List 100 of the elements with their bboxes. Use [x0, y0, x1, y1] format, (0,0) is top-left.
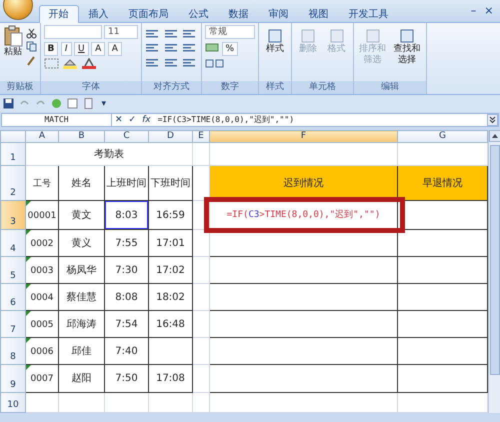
group-label: 字体	[40, 81, 141, 94]
group-label: 样式	[259, 81, 291, 94]
column-heading: 早退情况	[422, 178, 462, 188]
align-icon[interactable]	[145, 28, 161, 40]
currency-icon[interactable]	[205, 42, 219, 52]
font-color-icon[interactable]	[80, 58, 96, 69]
table-cell: 00001	[28, 210, 56, 220]
table-cell: 0007	[30, 374, 54, 384]
styles-button[interactable]: 样式	[262, 44, 288, 54]
brush-icon[interactable]	[26, 54, 36, 66]
paste-icon	[3, 25, 23, 47]
scroll-up-icon[interactable]	[489, 130, 500, 142]
font-size-field[interactable]: 11	[104, 25, 138, 39]
table-cell: 7:55	[115, 238, 138, 248]
table-cell: 17:02	[156, 264, 185, 276]
row-header[interactable]: 10	[0, 392, 26, 412]
row-header[interactable]: 8	[0, 338, 26, 364]
table-cell: 邱佳	[72, 346, 92, 356]
border-icon[interactable]	[44, 58, 60, 69]
align-icon[interactable]	[145, 42, 161, 54]
editing-icon[interactable]	[399, 28, 415, 44]
ribbon-tab[interactable]: 插入	[78, 5, 118, 23]
minimize-button[interactable]: –	[466, 2, 480, 19]
ribbon-tab[interactable]: 视图	[298, 5, 338, 23]
column-header[interactable]: E	[192, 130, 210, 142]
table-title: 考勤表	[94, 148, 124, 160]
paste-button[interactable]: 粘贴	[4, 47, 22, 58]
row-header[interactable]: 6	[0, 284, 26, 310]
align-icon[interactable]	[182, 56, 198, 68]
ribbon-tab[interactable]: 开发工具	[338, 5, 398, 23]
ribbon-tab[interactable]: 数据	[218, 5, 258, 23]
copy-icon[interactable]	[26, 41, 36, 52]
column-header[interactable]: F	[210, 130, 398, 142]
row-header[interactable]: 9	[0, 364, 26, 392]
row-header[interactable]: 3	[0, 200, 26, 230]
cells-icon	[328, 28, 344, 44]
table-cell: 0003	[30, 266, 54, 276]
grow-font-button[interactable]: A	[91, 42, 106, 56]
shrink-font-button[interactable]: A	[108, 42, 122, 56]
column-header[interactable]: G	[398, 130, 488, 142]
document-icon[interactable]	[66, 98, 78, 109]
table-cell: 黄义	[72, 238, 92, 248]
group-label: 剪贴板	[0, 81, 40, 94]
table-cell: 蔡佳慧	[66, 292, 96, 302]
align-icon[interactable]	[164, 42, 180, 54]
customize-menu-button[interactable]: ▾	[98, 98, 110, 110]
align-icon[interactable]	[145, 56, 161, 68]
number-format-field[interactable]: 常规	[205, 25, 255, 39]
table-cell: 0006	[30, 346, 54, 356]
table-cell: 黄文	[72, 210, 92, 220]
column-header[interactable]: A	[26, 130, 58, 142]
table-cell: 8:03	[115, 210, 138, 220]
bold-button[interactable]: B	[44, 42, 58, 56]
close-button[interactable]: ×	[480, 2, 498, 19]
row-header[interactable]: 4	[0, 230, 26, 256]
save-icon[interactable]	[2, 98, 14, 109]
table-cell: 17:01	[156, 238, 185, 248]
group-label: 编辑	[354, 81, 426, 94]
underline-button[interactable]: U	[74, 42, 89, 56]
table-cell: 7:54	[115, 318, 138, 330]
table-cell: 赵阳	[72, 373, 92, 384]
row-header[interactable]: 7	[0, 310, 26, 338]
table-cell: 杨凤华	[66, 264, 96, 276]
column-header[interactable]: B	[58, 130, 104, 142]
align-icon[interactable]	[164, 28, 180, 40]
ribbon-tab[interactable]: 公式	[178, 5, 218, 23]
italic-button[interactable]: I	[60, 42, 72, 56]
vertical-scrollbar[interactable]	[488, 130, 500, 413]
table-cell: 17:08	[156, 373, 185, 384]
decimal-icon[interactable]	[205, 58, 225, 69]
align-icon[interactable]	[182, 42, 198, 54]
ribbon-tab[interactable]: 页面布局	[118, 5, 178, 23]
align-icon[interactable]	[164, 56, 180, 68]
fill-color-icon[interactable]	[62, 58, 78, 69]
row-header[interactable]: 2	[0, 166, 26, 200]
page-icon[interactable]	[82, 98, 94, 109]
group-label: 单元格	[292, 81, 352, 94]
editing-button[interactable]: 查找和选择	[391, 44, 423, 66]
table-cell: 8:08	[115, 292, 138, 302]
table-cell: 7:40	[115, 346, 138, 356]
scissors-icon[interactable]	[26, 28, 36, 38]
table-cell: 18:02	[156, 292, 185, 302]
table-cell: 邱海涛	[66, 318, 96, 330]
ribbon-tab[interactable]: 审阅	[258, 5, 298, 23]
column-header[interactable]: D	[148, 130, 192, 142]
column-header[interactable]: C	[104, 130, 148, 142]
percent-button[interactable]: %	[222, 42, 238, 56]
styles-icon[interactable]	[267, 28, 283, 44]
ribbon-tab[interactable]: 开始	[38, 5, 78, 23]
scroll-thumb[interactable]	[490, 144, 500, 374]
row-header[interactable]: 1	[0, 142, 26, 166]
column-heading: 下班时间	[150, 178, 190, 188]
table-cell: 7:50	[115, 373, 138, 384]
table-cell: 0005	[30, 320, 54, 330]
table-cell: 7:30	[115, 264, 138, 276]
editing-icon	[364, 28, 380, 44]
align-icon[interactable]	[182, 28, 198, 40]
row-header[interactable]: 5	[0, 256, 26, 284]
formula-text: =IF(C3>TIME(8,0,0),"迟到","")	[226, 210, 380, 220]
font-name-field[interactable]	[44, 25, 102, 39]
